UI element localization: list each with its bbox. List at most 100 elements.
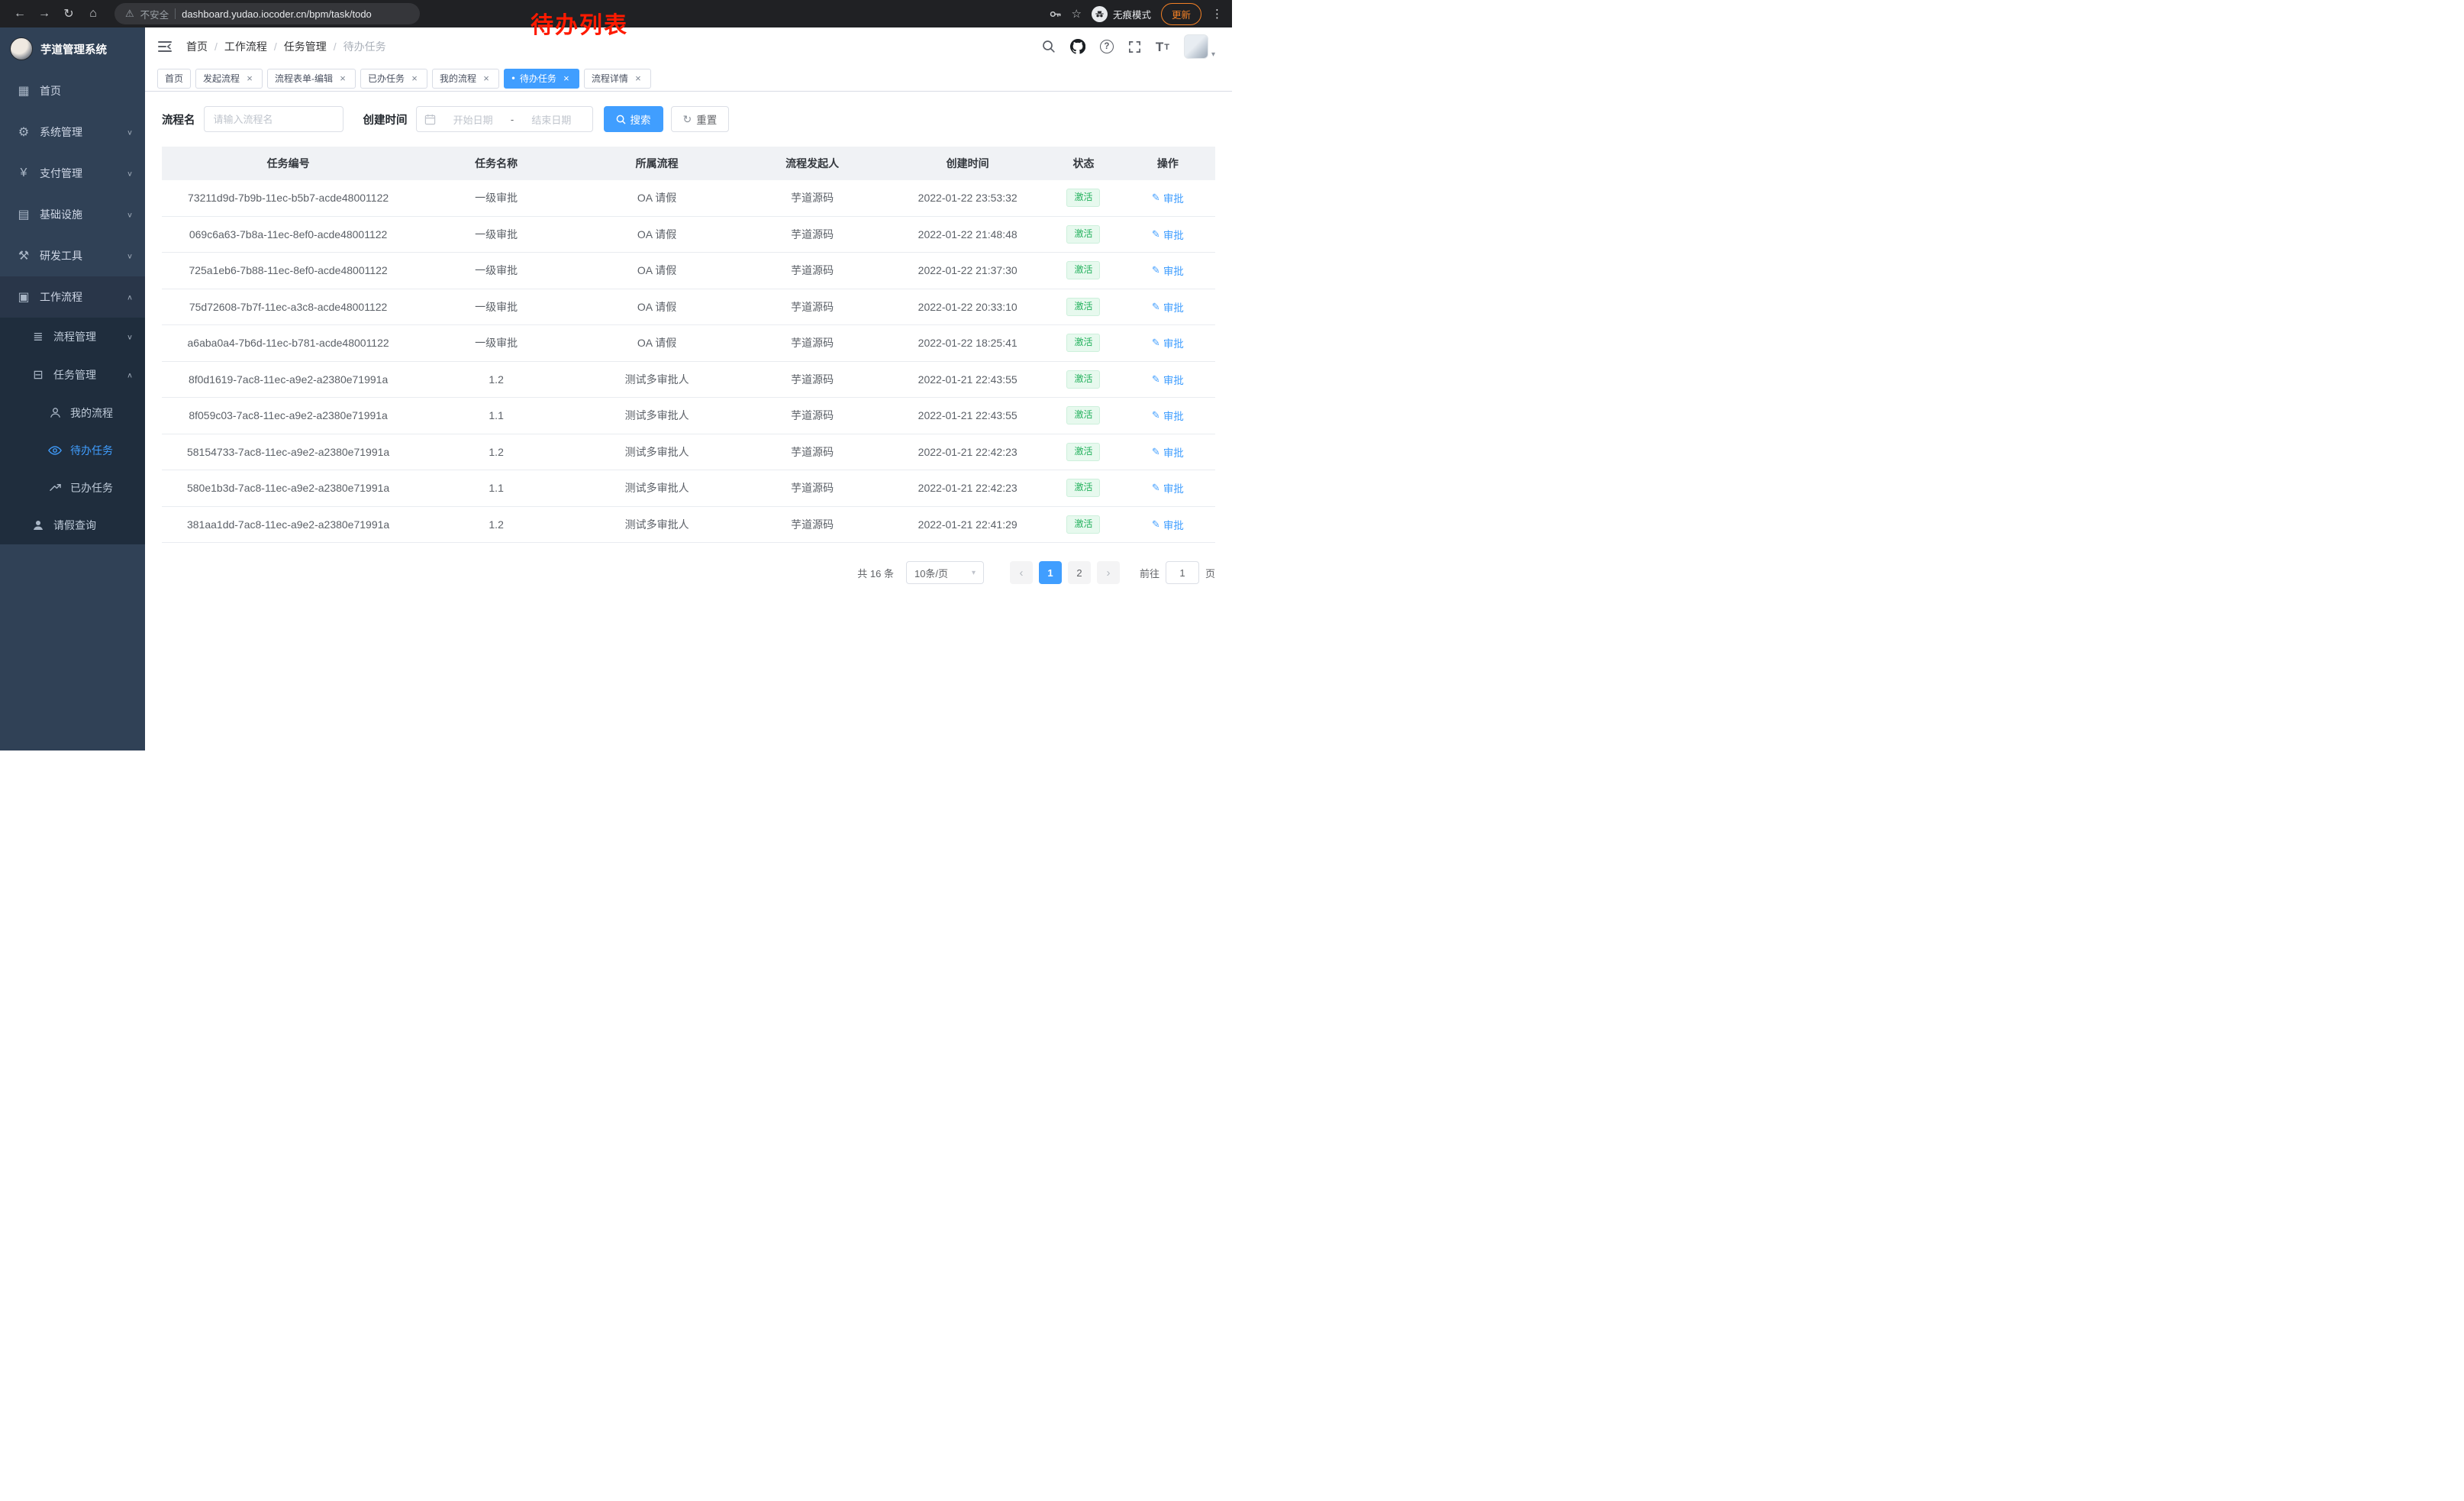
filter-form: 流程名 创建时间 开始日期 - 结束日期 bbox=[162, 106, 1215, 132]
browser-back-icon[interactable]: ← bbox=[9, 4, 31, 24]
close-icon[interactable]: × bbox=[561, 73, 572, 84]
browser-update-button[interactable]: 更新 bbox=[1161, 3, 1201, 25]
user-avatar-menu[interactable]: ▾ bbox=[1184, 34, 1215, 59]
close-icon[interactable]: × bbox=[409, 73, 420, 84]
cell-process: OA 请假 bbox=[578, 190, 736, 205]
cell-task-name: 一级审批 bbox=[414, 190, 578, 205]
fullscreen-icon[interactable] bbox=[1128, 40, 1141, 53]
table-row: 069c6a63-7b8a-11ec-8ef0-acde48001122 一级审… bbox=[162, 217, 1215, 253]
browser-home-icon[interactable]: ⌂ bbox=[82, 4, 104, 24]
browser-menu-icon[interactable]: ⋮ bbox=[1211, 7, 1223, 21]
sidebar-item-done-tasks[interactable]: 已办任务 bbox=[0, 469, 145, 506]
browser-forward-icon[interactable]: → bbox=[34, 4, 55, 24]
tab-todo-tasks[interactable]: ● 待办任务 × bbox=[504, 69, 579, 89]
pencil-icon: ✎ bbox=[1152, 518, 1160, 531]
sidebar-item-my-process[interactable]: 我的流程 bbox=[0, 394, 145, 431]
sidebar-item-devtools[interactable]: ⚒ 研发工具 ∨ bbox=[0, 235, 145, 276]
approve-link[interactable]: ✎ 审批 bbox=[1152, 517, 1184, 532]
approve-link-label: 审批 bbox=[1163, 408, 1184, 423]
close-icon[interactable]: × bbox=[337, 73, 348, 84]
approve-link[interactable]: ✎ 审批 bbox=[1152, 335, 1184, 350]
table-row: 75d72608-7b7f-11ec-a3c8-acde48001122 一级审… bbox=[162, 289, 1215, 326]
bookmark-star-icon[interactable]: ☆ bbox=[1072, 7, 1082, 21]
cell-task-id: 75d72608-7b7f-11ec-a3c8-acde48001122 bbox=[162, 301, 414, 313]
cell-task-id: 381aa1dd-7ac8-11ec-a9e2-a2380e71991a bbox=[162, 518, 414, 531]
page-button-2[interactable]: 2 bbox=[1068, 561, 1091, 584]
cell-status: 激活 bbox=[1047, 261, 1121, 279]
browser-reload-icon[interactable]: ↻ bbox=[58, 4, 79, 24]
sidebar-item-system[interactable]: ⚙ 系统管理 ∨ bbox=[0, 111, 145, 153]
cell-created-time: 2022-01-21 22:42:23 bbox=[889, 446, 1047, 458]
cell-actions: ✎ 审批 bbox=[1121, 263, 1215, 278]
cell-status: 激活 bbox=[1047, 443, 1121, 461]
table-row: 73211d9d-7b9b-11ec-b5b7-acde48001122 一级审… bbox=[162, 180, 1215, 217]
sidebar-item-todo-tasks[interactable]: 待办任务 bbox=[0, 431, 145, 469]
sidebar-item-workflow[interactable]: ▣ 工作流程 ∧ bbox=[0, 276, 145, 318]
status-badge: 激活 bbox=[1066, 225, 1100, 244]
approve-link[interactable]: ✎ 审批 bbox=[1152, 227, 1184, 242]
cell-created-time: 2022-01-22 21:37:30 bbox=[889, 264, 1047, 276]
cell-task-name: 1.2 bbox=[414, 446, 578, 458]
close-icon[interactable]: × bbox=[481, 73, 492, 84]
reset-button[interactable]: ↻ 重置 bbox=[671, 106, 730, 132]
sidebar-item-process-management[interactable]: ≣ 流程管理 ∨ bbox=[0, 318, 145, 356]
goto-page-input[interactable] bbox=[1166, 561, 1199, 584]
page-size-select[interactable]: 10条/页 ▾ bbox=[906, 561, 984, 584]
next-page-button[interactable]: › bbox=[1097, 561, 1120, 584]
cell-task-name: 1.2 bbox=[414, 518, 578, 531]
prev-page-button[interactable]: ‹ bbox=[1010, 561, 1033, 584]
search-icon[interactable] bbox=[1042, 40, 1056, 53]
process-name-input[interactable] bbox=[204, 106, 343, 132]
help-icon[interactable]: ? bbox=[1100, 40, 1114, 53]
tab-done-tasks[interactable]: 已办任务 × bbox=[360, 69, 427, 89]
logo: 芋道管理系统 bbox=[0, 27, 145, 70]
approve-link[interactable]: ✎ 审批 bbox=[1152, 480, 1184, 495]
cell-task-name: 1.2 bbox=[414, 373, 578, 386]
approve-link[interactable]: ✎ 审批 bbox=[1152, 263, 1184, 278]
sidebar-item-leave-query[interactable]: 请假查询 bbox=[0, 506, 145, 544]
sidebar-item-infrastructure[interactable]: ▤ 基础设施 ∨ bbox=[0, 194, 145, 235]
cell-process: 测试多审批人 bbox=[578, 444, 736, 460]
tab-home[interactable]: 首页 bbox=[157, 69, 191, 89]
cell-task-id: 73211d9d-7b9b-11ec-b5b7-acde48001122 bbox=[162, 192, 414, 204]
approve-link[interactable]: ✎ 审批 bbox=[1152, 299, 1184, 315]
approve-link[interactable]: ✎ 审批 bbox=[1152, 190, 1184, 205]
status-badge: 激活 bbox=[1066, 189, 1100, 207]
approve-link[interactable]: ✎ 审批 bbox=[1152, 408, 1184, 423]
table-row: a6aba0a4-7b6d-11ec-b781-acde48001122 一级审… bbox=[162, 325, 1215, 362]
close-icon[interactable]: × bbox=[244, 73, 255, 84]
sidebar-toggle-icon[interactable] bbox=[157, 40, 173, 53]
cell-process: 测试多审批人 bbox=[578, 372, 736, 387]
key-icon[interactable] bbox=[1049, 8, 1062, 21]
font-size-icon[interactable]: T T bbox=[1156, 40, 1169, 53]
tab-start-process[interactable]: 发起流程 × bbox=[195, 69, 263, 89]
sidebar-item-task-management[interactable]: ⊟ 任务管理 ∧ bbox=[0, 356, 145, 394]
sidebar-item-home[interactable]: ▦ 首页 bbox=[0, 70, 145, 111]
search-button[interactable]: 搜索 bbox=[604, 106, 663, 132]
github-icon[interactable] bbox=[1070, 39, 1085, 54]
chevron-up-icon: ∧ bbox=[127, 292, 133, 301]
table-row: 8f0d1619-7ac8-11ec-a9e2-a2380e71991a 1.2… bbox=[162, 362, 1215, 399]
cell-status: 激活 bbox=[1047, 189, 1121, 207]
tab-process-form-edit[interactable]: 流程表单-编辑 × bbox=[267, 69, 356, 89]
font-size-small-letter: T bbox=[1164, 43, 1169, 53]
breadcrumb-home[interactable]: 首页 bbox=[186, 39, 208, 54]
approve-link[interactable]: ✎ 审批 bbox=[1152, 372, 1184, 387]
sidebar-item-payment[interactable]: ¥ 支付管理 ∨ bbox=[0, 153, 145, 194]
close-icon[interactable]: × bbox=[633, 73, 643, 84]
approve-link[interactable]: ✎ 审批 bbox=[1152, 444, 1184, 460]
cell-process: OA 请假 bbox=[578, 263, 736, 278]
security-label: 不安全 bbox=[140, 7, 169, 21]
tab-process-detail[interactable]: 流程详情 × bbox=[584, 69, 651, 89]
pencil-icon: ✎ bbox=[1152, 228, 1160, 240]
sidebar-item-label: 支付管理 bbox=[40, 166, 82, 181]
page-button-1[interactable]: 1 bbox=[1039, 561, 1062, 584]
tab-my-process[interactable]: 我的流程 × bbox=[432, 69, 499, 89]
address-bar[interactable]: ⚠ 不安全 dashboard.yudao.iocoder.cn/bpm/tas… bbox=[114, 3, 420, 24]
date-range-picker[interactable]: 开始日期 - 结束日期 bbox=[416, 106, 593, 132]
cell-initiator: 芋道源码 bbox=[736, 335, 889, 350]
approve-link-label: 审批 bbox=[1163, 372, 1184, 387]
end-date-placeholder: 结束日期 bbox=[518, 112, 584, 127]
app-title: 芋道管理系统 bbox=[40, 41, 107, 57]
cell-status: 激活 bbox=[1047, 225, 1121, 244]
